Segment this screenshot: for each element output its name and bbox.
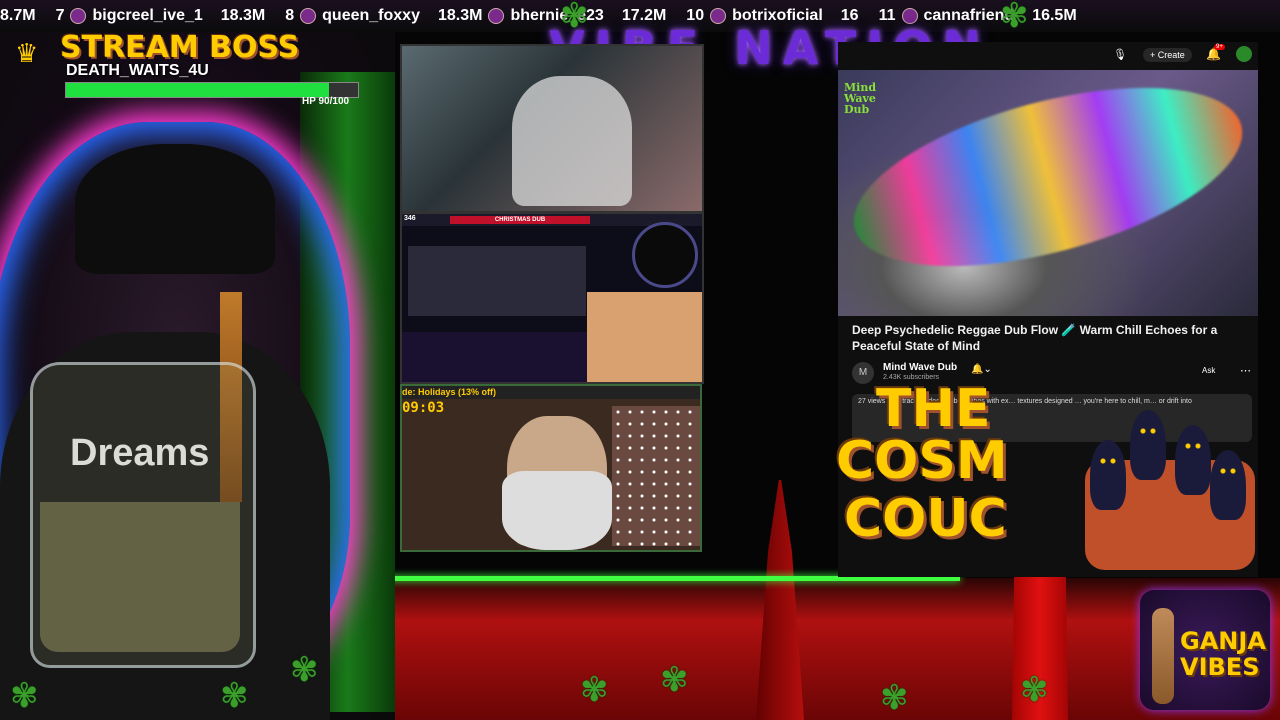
guest-webcam-1 (400, 44, 704, 213)
alien-figure (1130, 410, 1166, 480)
user-avatar-icon (488, 8, 505, 24)
ganja-vibes-logo: GANJA VIBES (1140, 590, 1270, 710)
stream-boss-widget: ♛ STREAM BOSS DEATH_WAITS_4U HP 90/100 (10, 30, 360, 110)
stream-boss-title: STREAM BOSS (60, 30, 300, 65)
ticker-entry: 8.7M 7 bigcreel_ive_1 (0, 7, 203, 25)
user-avatar-icon (70, 8, 87, 24)
ticker-value: 18.3M (220, 7, 266, 24)
cannabis-leaf-icon: ✾ (880, 679, 909, 717)
ticker-value: 16.5M (1032, 7, 1077, 24)
ganja-vibes-text: GANJA VIBES (1180, 627, 1266, 681)
cannabis-leaf-icon: ✾ (290, 651, 319, 689)
joint-icon (1152, 608, 1174, 704)
cannabis-leaf-icon: ✾ (660, 661, 689, 699)
viewer-count: 346 (404, 215, 416, 222)
ticker-value: 18.3M (437, 7, 483, 24)
ticker-rank: 8 (285, 7, 295, 24)
christmas-banner: CHRISTMAS DUB (450, 216, 590, 224)
channel-name[interactable]: Mind Wave Dub (883, 362, 957, 373)
ask-button[interactable]: Ask (1202, 366, 1215, 375)
cannabis-leaf-icon: ✾ (1020, 671, 1049, 709)
subscribe-bell-icon[interactable]: 🔔⌄ (971, 364, 992, 375)
bucket-hat (75, 144, 275, 274)
guest-small-cam (587, 292, 702, 382)
create-button[interactable]: + Create (1143, 48, 1192, 62)
circle-cam-frame (632, 222, 698, 288)
guest-webcam-3: de: Holidays (13% off) 09:03 (400, 384, 702, 552)
avatar-strip (402, 332, 587, 382)
notification-badge: 9+ (1214, 44, 1225, 50)
mic-icon[interactable]: 🎙 (1113, 48, 1127, 61)
guest-person (512, 76, 632, 206)
crown-icon: ♛ (15, 38, 39, 68)
clock-readout: 09:03 (402, 400, 445, 416)
youtube-topbar (838, 42, 1258, 70)
guest-beard (502, 471, 612, 550)
cosmic-couch-logo: THE COSM COUC (836, 379, 1008, 560)
cannabis-leaf-icon: ✾ (560, 0, 589, 35)
ticker-username: bigcreel_ive_1 (92, 7, 203, 24)
cosmic-line-2: COSM (836, 431, 1008, 491)
hp-bar-fill (66, 83, 329, 97)
video-grid (408, 246, 586, 316)
alien-figure (1210, 450, 1246, 520)
cannabis-leaf-icon: ✾ (220, 677, 249, 715)
ticker-rank: 7 (55, 7, 65, 24)
ticker-entry: 18.3M 8 queen_foxxy (221, 7, 420, 25)
more-options-icon[interactable]: ⋯ (1240, 364, 1251, 377)
user-avatar-icon (300, 8, 317, 24)
account-avatar[interactable] (1236, 46, 1252, 62)
cannabis-leaf-icon: ✾ (10, 677, 39, 715)
cosmic-line-1: THE (876, 379, 991, 439)
streamer-webcam: Dreams (0, 32, 395, 720)
stream-boss-user: DEATH_WAITS_4U (66, 62, 209, 79)
sale-header: de: Holidays (13% off) (402, 386, 700, 399)
alien-figure (1090, 440, 1126, 510)
hp-text: HP 90/100 (302, 96, 350, 107)
sparkle-lights (612, 406, 700, 546)
cosmic-line-3: COUC (844, 489, 1007, 549)
cannabis-leaf-icon: ✾ (580, 671, 609, 709)
ticker-username: queen_foxxy (322, 7, 420, 24)
video-title: Deep Psychedelic Reggae Dub Flow 🧪 Warm … (852, 323, 1218, 353)
alien-figure (1175, 425, 1211, 495)
cannabis-leaf-icon: ✾ (1000, 0, 1029, 35)
ticker-entry: 16.5M (1032, 7, 1076, 25)
channel-logo: Mind Wave Dub (844, 81, 877, 116)
bong-water (40, 502, 240, 652)
ticker-value: 8.7M (0, 7, 36, 24)
guest-stream-2: 346 CHRISTMAS DUB (400, 212, 704, 384)
alien-couch-graphic (1085, 400, 1255, 580)
